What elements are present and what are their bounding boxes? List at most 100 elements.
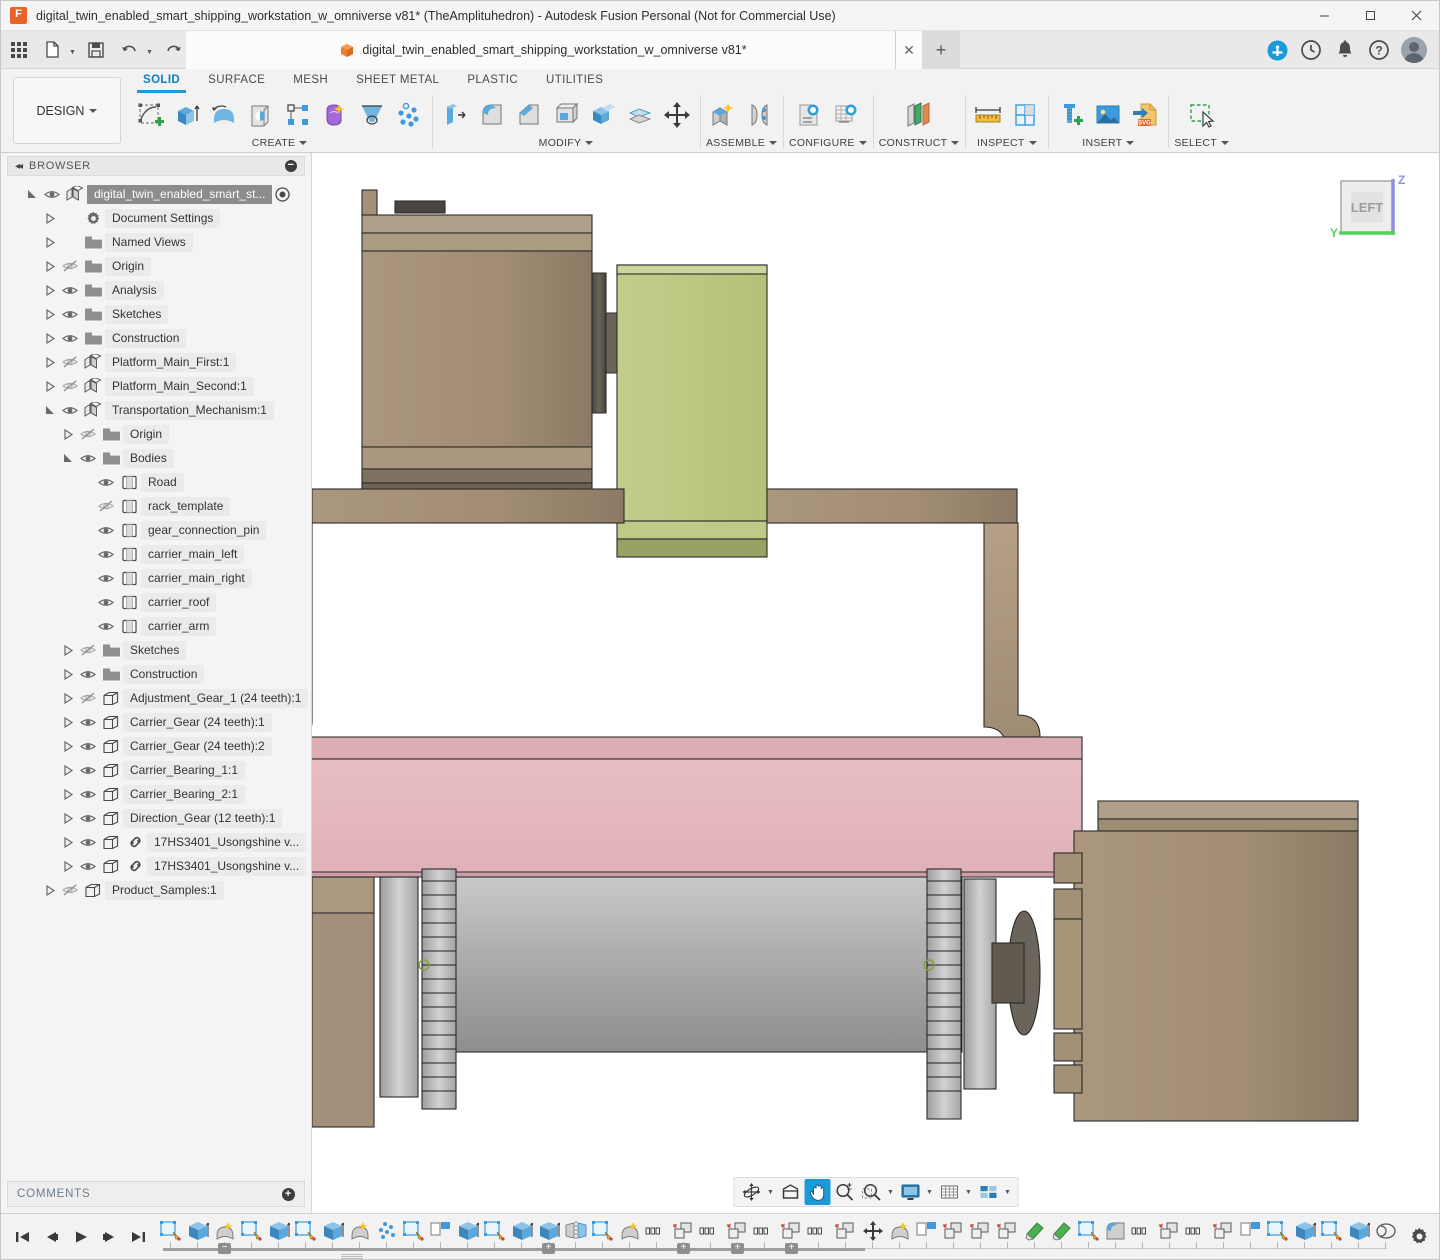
tree-node-adjustment-gear-1-24-teeth-1[interactable]: Adjustment_Gear_1 (24 teeth):1 bbox=[1, 686, 311, 710]
tree-node-origin[interactable]: Origin bbox=[1, 422, 311, 446]
timeline-group-marker-1[interactable]: + bbox=[542, 1243, 555, 1254]
tree-node-carrier-arm[interactable]: carrier_arm bbox=[1, 614, 311, 638]
timeline-feature-40[interactable] bbox=[1237, 1217, 1264, 1245]
insert-svg-icon[interactable]: SVG bbox=[1128, 98, 1162, 132]
timeline-group-marker-4[interactable]: + bbox=[785, 1243, 798, 1254]
save-button[interactable] bbox=[81, 35, 111, 65]
tree-node-construction[interactable]: Construction bbox=[1, 326, 311, 350]
collapse-triangle-icon[interactable] bbox=[59, 830, 77, 854]
visibility-eye-icon[interactable] bbox=[59, 302, 81, 326]
timeline-settings-button[interactable] bbox=[1399, 1214, 1439, 1260]
timeline-feature-36[interactable] bbox=[1129, 1217, 1156, 1245]
collapse-triangle-icon[interactable] bbox=[41, 374, 59, 398]
collapse-triangle-icon[interactable] bbox=[59, 782, 77, 806]
rectangular-pattern-icon[interactable] bbox=[281, 98, 315, 132]
create-form-icon[interactable] bbox=[318, 98, 352, 132]
visibility-eye-icon[interactable] bbox=[95, 542, 117, 566]
collapse-triangle-icon[interactable] bbox=[41, 206, 59, 230]
visibility-eye-icon[interactable] bbox=[95, 614, 117, 638]
tree-node-road[interactable]: Road bbox=[1, 470, 311, 494]
tree-node-carrier-gear-24-teeth-2[interactable]: Carrier_Gear (24 teeth):2 bbox=[1, 734, 311, 758]
visibility-eye-icon[interactable] bbox=[59, 326, 81, 350]
create-sketch-icon[interactable] bbox=[133, 98, 167, 132]
section-analysis-icon[interactable] bbox=[1008, 98, 1042, 132]
collapse-browser-icon[interactable]: ◂◂ bbox=[15, 161, 21, 172]
document-tab[interactable]: digital_twin_enabled_smart_shipping_work… bbox=[186, 31, 896, 69]
visibility-eye-icon[interactable] bbox=[59, 278, 81, 302]
panel-modify-label[interactable]: MODIFY bbox=[539, 137, 594, 150]
collapse-triangle-icon[interactable] bbox=[41, 350, 59, 374]
tree-node-bodies[interactable]: Bodies bbox=[1, 446, 311, 470]
visibility-eye-icon[interactable] bbox=[77, 710, 99, 734]
insert-image-icon[interactable] bbox=[1091, 98, 1125, 132]
collapse-triangle-icon[interactable] bbox=[59, 854, 77, 878]
offset-face-icon[interactable] bbox=[623, 98, 657, 132]
grid-snaps-icon[interactable] bbox=[936, 1179, 962, 1205]
timeline-feature-3[interactable] bbox=[238, 1217, 265, 1245]
help-question-icon[interactable]: ? bbox=[1367, 38, 1391, 62]
tree-node-17hs3401-usongshine-v[interactable]: 17HS3401_Usongshine v... bbox=[1, 830, 311, 854]
insert-mcmaster-icon[interactable] bbox=[1054, 98, 1088, 132]
tree-node-sketches[interactable]: Sketches bbox=[1, 302, 311, 326]
timeline-feature-41[interactable] bbox=[1264, 1217, 1291, 1245]
tree-node-product-samples-1[interactable]: Product_Samples:1 bbox=[1, 878, 311, 902]
timeline-track[interactable]: −++++ bbox=[157, 1214, 1399, 1260]
move-copy-icon[interactable] bbox=[660, 98, 694, 132]
visibility-eye-off-icon[interactable] bbox=[77, 686, 99, 710]
visibility-eye-icon[interactable] bbox=[95, 566, 117, 590]
zoom-icon[interactable] bbox=[831, 1179, 857, 1205]
tree-node-named-views[interactable]: Named Views bbox=[1, 230, 311, 254]
timeline-feature-1[interactable] bbox=[184, 1217, 211, 1245]
orbit-icon[interactable] bbox=[738, 1179, 764, 1205]
fit-icon[interactable] bbox=[858, 1179, 884, 1205]
collapse-triangle-icon[interactable] bbox=[59, 758, 77, 782]
visibility-eye-icon[interactable] bbox=[77, 782, 99, 806]
visibility-eye-icon[interactable] bbox=[77, 806, 99, 830]
collapse-triangle-icon[interactable] bbox=[59, 710, 77, 734]
timeline-feature-43[interactable] bbox=[1318, 1217, 1345, 1245]
timeline-feature-12[interactable] bbox=[481, 1217, 508, 1245]
undo-dropdown[interactable]: ▼ bbox=[144, 35, 155, 65]
collapse-triangle-icon[interactable] bbox=[41, 878, 59, 902]
timeline-group-marker-3[interactable]: + bbox=[731, 1243, 744, 1254]
timeline-feature-22[interactable] bbox=[751, 1217, 778, 1245]
timeline-feature-33[interactable] bbox=[1048, 1217, 1075, 1245]
3d-viewport[interactable]: LEFT Z Y ▼ bbox=[312, 153, 1439, 1213]
visibility-eye-off-icon[interactable] bbox=[59, 878, 81, 902]
visibility-eye-off-icon[interactable] bbox=[59, 254, 81, 278]
panel-assemble-label[interactable]: ASSEMBLE bbox=[706, 137, 777, 150]
tab-plastic[interactable]: PLASTIC bbox=[453, 71, 532, 91]
expand-triangle-icon[interactable] bbox=[41, 398, 59, 422]
visibility-eye-icon[interactable] bbox=[77, 734, 99, 758]
timeline-feature-30[interactable] bbox=[967, 1217, 994, 1245]
timeline-feature-21[interactable] bbox=[724, 1217, 751, 1245]
visibility-eye-off-icon[interactable] bbox=[95, 494, 117, 518]
timeline-feature-24[interactable] bbox=[805, 1217, 832, 1245]
tree-node-direction-gear-12-teeth-1[interactable]: Direction_Gear (12 teeth):1 bbox=[1, 806, 311, 830]
timeline-grip[interactable] bbox=[341, 1254, 363, 1258]
tree-node-carrier-main-right[interactable]: carrier_main_right bbox=[1, 566, 311, 590]
visibility-eye-off-icon[interactable] bbox=[59, 350, 81, 374]
new-tab-button[interactable]: + bbox=[922, 31, 960, 69]
joint-icon[interactable] bbox=[743, 98, 777, 132]
tree-node-gear-connection-pin[interactable]: gear_connection_pin bbox=[1, 518, 311, 542]
tree-node-transportation-mechanism-1[interactable]: Transportation_Mechanism:1 bbox=[1, 398, 311, 422]
timeline-feature-15[interactable] bbox=[562, 1217, 589, 1245]
visibility-eye-icon[interactable] bbox=[95, 590, 117, 614]
collapse-triangle-icon[interactable] bbox=[59, 734, 77, 758]
display-settings-dropdown[interactable]: ▼ bbox=[924, 1179, 935, 1205]
timeline-feature-42[interactable] bbox=[1291, 1217, 1318, 1245]
visibility-eye-icon[interactable] bbox=[95, 470, 117, 494]
panel-insert-label[interactable]: INSERT bbox=[1082, 137, 1134, 150]
maximize-button[interactable] bbox=[1347, 1, 1393, 31]
recent-clock-icon[interactable] bbox=[1299, 38, 1323, 62]
timeline-feature-18[interactable] bbox=[643, 1217, 670, 1245]
chamfer-icon[interactable] bbox=[512, 98, 546, 132]
timeline-feature-7[interactable] bbox=[346, 1217, 373, 1245]
offset-plane-icon[interactable] bbox=[902, 98, 936, 132]
timeline-feature-23[interactable] bbox=[778, 1217, 805, 1245]
visibility-eye-off-icon[interactable] bbox=[77, 422, 99, 446]
timeline-group-marker-0[interactable]: − bbox=[218, 1243, 231, 1254]
expand-triangle-icon[interactable] bbox=[23, 182, 41, 206]
timeline-play-button[interactable] bbox=[67, 1224, 93, 1250]
